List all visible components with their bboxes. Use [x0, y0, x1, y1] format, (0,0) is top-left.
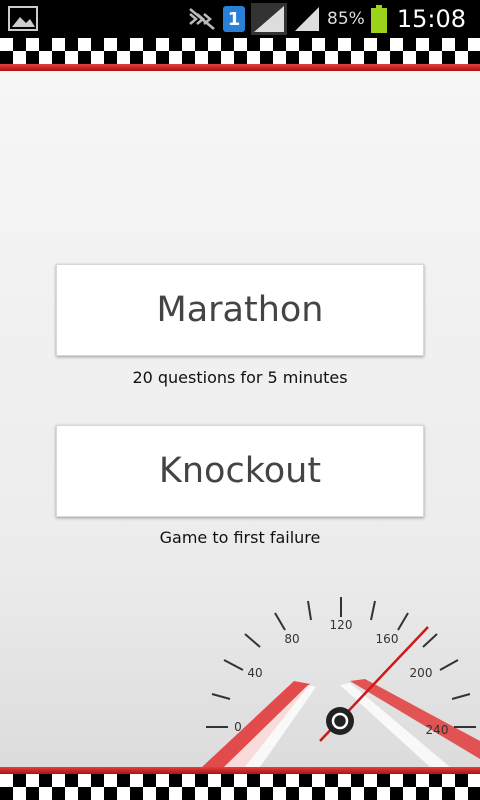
- marathon-description: 20 questions for 5 minutes: [132, 368, 348, 387]
- knockout-button[interactable]: Knockout: [56, 425, 424, 517]
- battery-icon: [370, 5, 387, 33]
- status-bar: 1 85% 15:08: [0, 0, 480, 38]
- checkered-flag-strip-top: [0, 38, 480, 64]
- speed-tick-label: 240: [426, 723, 449, 737]
- battery-percent: 85%: [327, 9, 365, 29]
- red-stripe-top: [0, 64, 480, 71]
- status-icons: 1 85% 15:08: [187, 0, 466, 38]
- speedometer-graphic: 0 40 80 120 160 200 240: [202, 597, 480, 767]
- mute-icon: [189, 8, 215, 30]
- clock: 15:08: [396, 5, 466, 33]
- speed-tick-label: 120: [330, 618, 353, 632]
- speed-tick-label: 80: [284, 632, 299, 646]
- speed-tick-label: 0: [234, 720, 242, 734]
- mode-selection-screen: Marathon 20 questions for 5 minutes Knoc…: [0, 71, 480, 767]
- needle-hub: [326, 707, 354, 735]
- sim-icon: 1: [223, 6, 246, 32]
- marathon-button[interactable]: Marathon: [56, 264, 424, 356]
- speed-tick-label: 160: [376, 632, 399, 646]
- speed-tick-label: 200: [410, 666, 433, 680]
- red-stripe-bottom: [0, 767, 480, 774]
- signal-icon: [295, 7, 320, 31]
- checkered-flag-strip-bottom: [0, 774, 480, 800]
- knockout-description: Game to first failure: [159, 528, 321, 547]
- signal-icon: [251, 3, 288, 35]
- gallery-icon: [8, 6, 38, 31]
- speed-tick-label: 40: [247, 666, 262, 680]
